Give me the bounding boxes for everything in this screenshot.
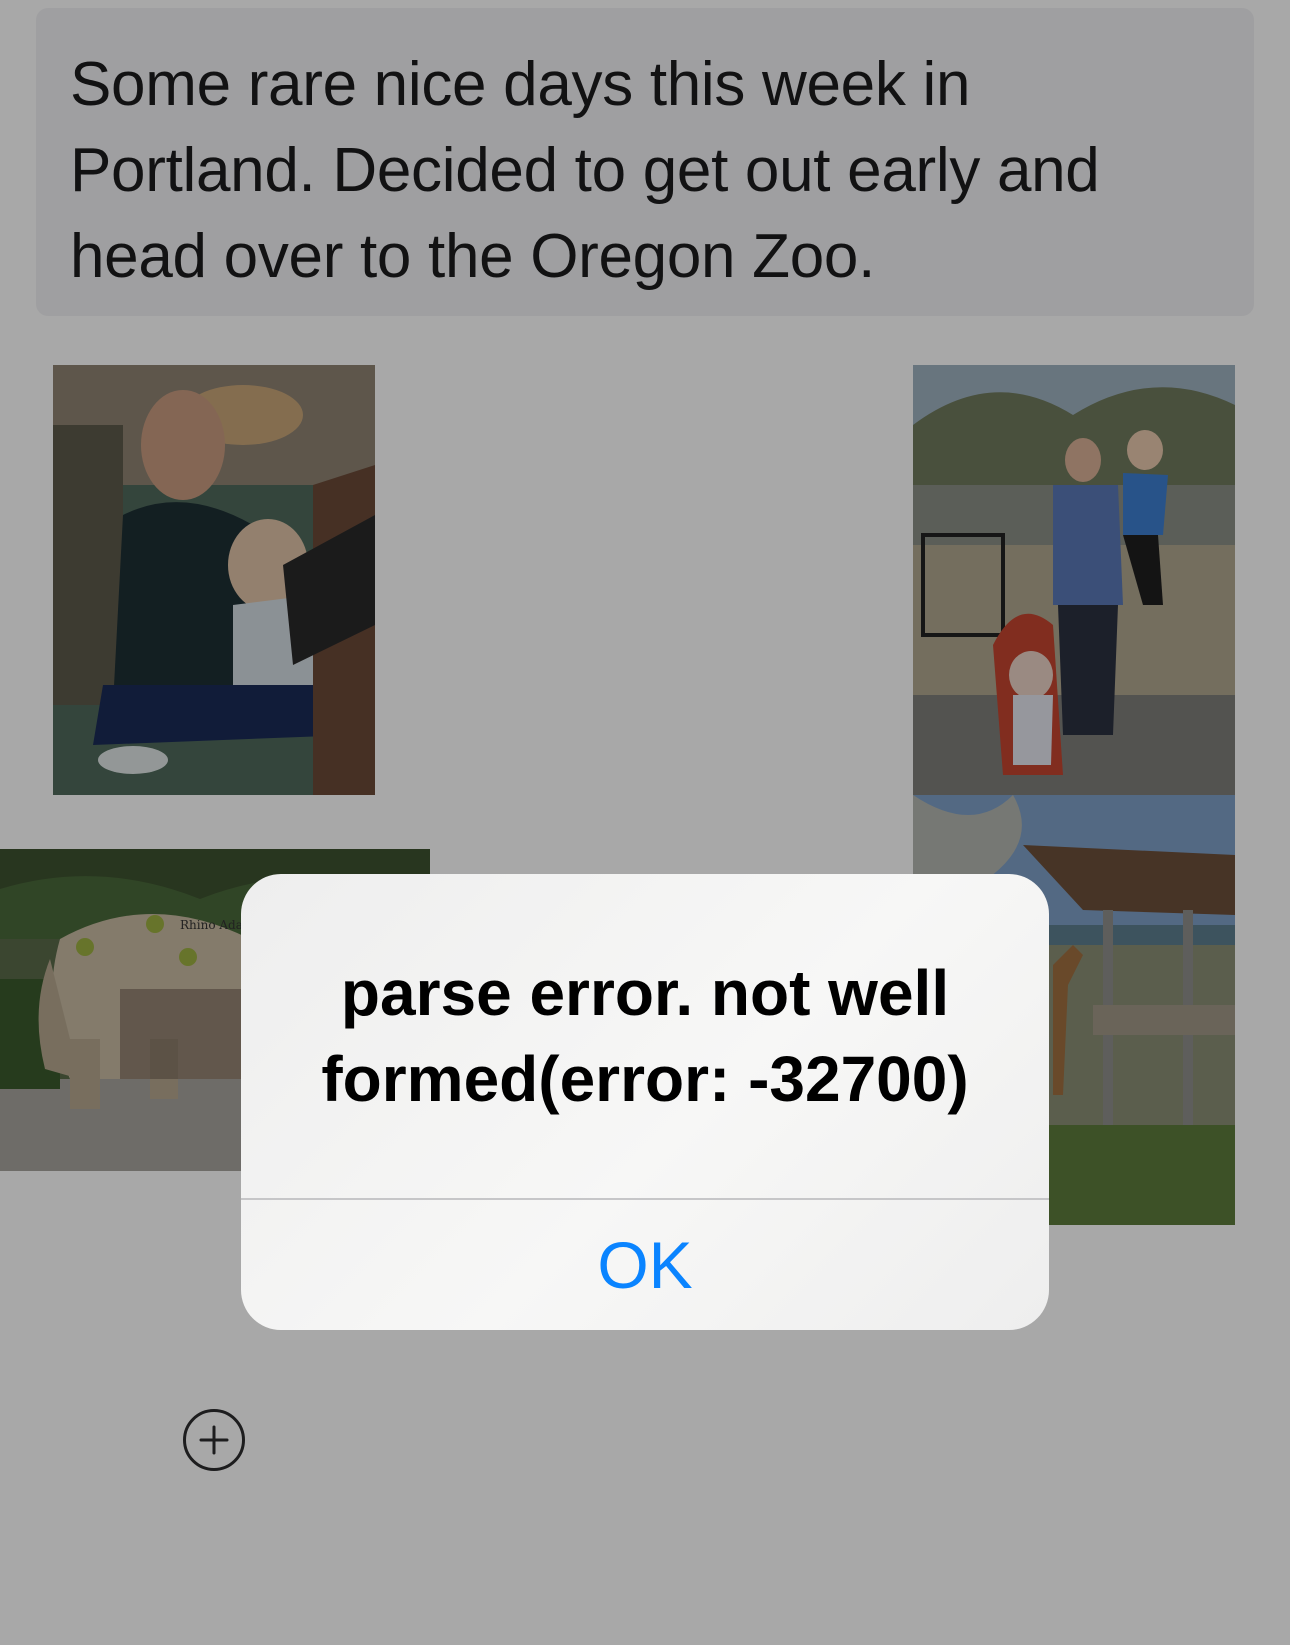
modal-backdrop	[0, 0, 1290, 1645]
alert-message: parse error. not well formed(error: -327…	[321, 957, 969, 1115]
ok-button[interactable]: OK	[241, 1200, 1049, 1330]
alert-message-container: parse error. not well formed(error: -327…	[241, 874, 1049, 1198]
error-alert: parse error. not well formed(error: -327…	[241, 874, 1049, 1330]
post-editor: Some rare nice days this week in Portlan…	[0, 0, 1290, 1645]
